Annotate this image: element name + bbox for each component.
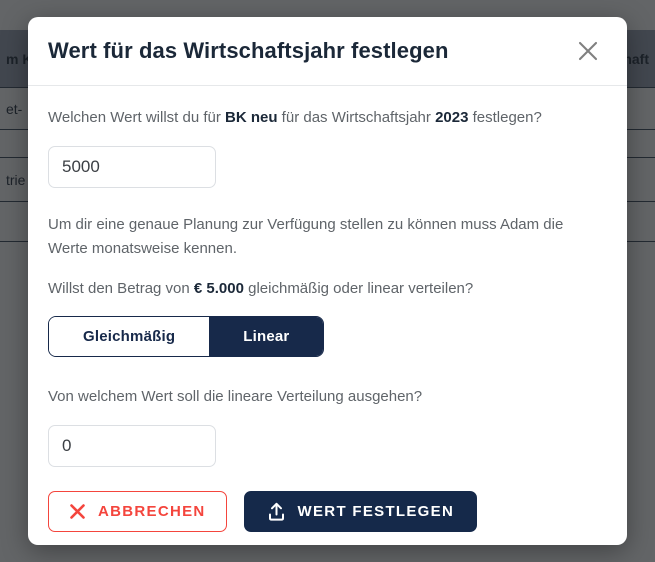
value-question-middle: für das Wirtschaftsjahr	[277, 109, 436, 126]
cancel-button-label: ABBRECHEN	[98, 503, 206, 520]
value-question-prefix: Welchen Wert willst du für	[48, 109, 226, 126]
close-icon	[575, 38, 601, 64]
upload-icon	[267, 502, 286, 522]
x-icon	[69, 503, 86, 520]
start-value-input[interactable]	[48, 425, 216, 467]
set-value-dialog: Wert für das Wirtschaftsjahr festlegen W…	[28, 17, 627, 545]
distribution-question-suffix: gleichmäßig oder linear verteilen?	[243, 280, 474, 297]
close-button[interactable]	[571, 34, 605, 68]
explanation-text: Um dir eine genaue Planung zur Verfügung…	[48, 216, 564, 257]
dialog-body: Welchen Wert willst du für BK neu für da…	[28, 86, 627, 532]
distribution-amount: € 5.000	[193, 280, 244, 297]
value-input[interactable]	[48, 146, 216, 188]
toggle-option-gleichmaessig[interactable]: Gleichmäßig	[49, 317, 210, 356]
start-value-question: Von welchem Wert soll die lineare Vertei…	[48, 388, 423, 405]
value-question: Welchen Wert willst du für BK neu für da…	[48, 106, 607, 130]
page-title: Wert für das Wirtschaftsjahr festlegen	[48, 38, 449, 63]
value-question-entity: BK neu	[225, 109, 278, 126]
submit-button[interactable]: WERT FESTLEGEN	[243, 491, 478, 532]
value-question-year: 2023	[435, 109, 469, 126]
toggle-option-linear[interactable]: Linear	[209, 317, 324, 356]
submit-button-label: WERT FESTLEGEN	[297, 503, 455, 520]
distribution-question: Willst den Betrag von € 5.000 gleichmäßi…	[48, 277, 607, 301]
distribution-toggle-group: Gleichmäßig Linear	[48, 316, 325, 357]
dialog-header: Wert für das Wirtschaftsjahr festlegen	[28, 17, 627, 86]
dialog-actions: ABBRECHEN WERT FESTLEGEN	[48, 491, 607, 532]
distribution-question-prefix: Willst den Betrag von	[48, 280, 194, 297]
cancel-button[interactable]: ABBRECHEN	[48, 491, 227, 532]
value-question-suffix: festlegen?	[468, 109, 542, 126]
